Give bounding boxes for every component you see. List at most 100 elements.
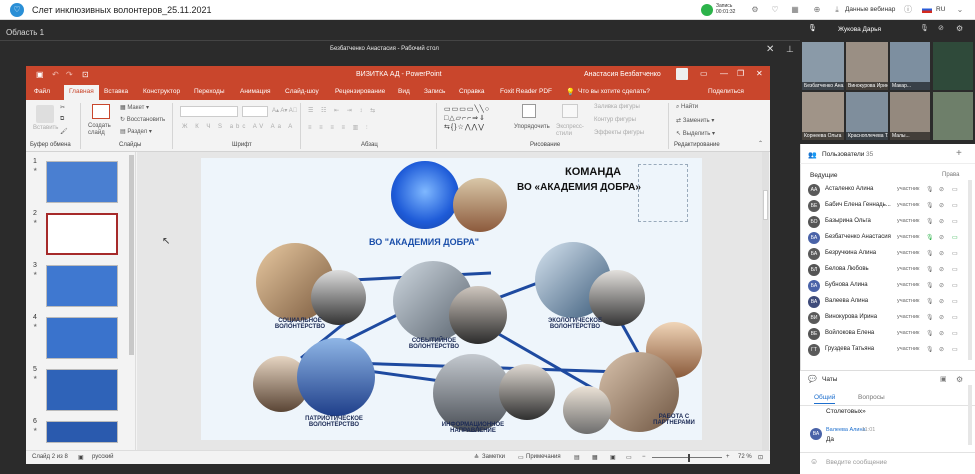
user-role[interactable]: участник — [897, 282, 919, 288]
camera-icon[interactable]: ⊘ — [939, 314, 944, 321]
screen-icon[interactable]: ▭ — [952, 250, 958, 257]
video-tile[interactable]: Малы... — [890, 92, 930, 140]
spellcheck-icon[interactable]: ▣ — [78, 454, 84, 461]
tab-general[interactable]: Общий — [814, 394, 836, 404]
tab-2[interactable]: Вставка — [104, 88, 128, 95]
shape-effects-button[interactable]: Эффекты фигуры — [594, 130, 644, 136]
video-tile[interactable]: Макар... — [890, 42, 930, 90]
zoom-slider[interactable] — [652, 457, 722, 458]
camera-icon[interactable]: ⊘ — [939, 266, 944, 273]
pin-icon[interactable]: ⊥ — [786, 44, 794, 55]
tab-9[interactable]: Запись — [424, 88, 445, 95]
normal-view-icon[interactable]: ▤ — [574, 454, 580, 461]
zoom-thumb[interactable] — [688, 454, 690, 462]
save-icon[interactable]: ▣ — [36, 70, 44, 79]
user-role[interactable]: участник — [897, 234, 919, 240]
list-icons[interactable]: ☰ ☷ ⇤ ⇥ ↕ ⇆ — [308, 107, 378, 114]
screen-icon[interactable]: ▭ — [952, 234, 958, 241]
arrange-button[interactable]: Упорядочить — [514, 124, 550, 130]
slide-thumbnail[interactable] — [46, 317, 118, 359]
tab-3[interactable]: Конструктор — [143, 88, 180, 95]
slide-thumbnail[interactable] — [46, 213, 118, 255]
mic-off-icon[interactable]: 🎙 — [920, 24, 929, 32]
user-role[interactable]: участник — [897, 250, 919, 256]
tab-1[interactable]: Главная — [64, 85, 99, 100]
shape-fill-button[interactable]: Заливка фигуры — [594, 104, 640, 110]
comments-icon[interactable]: ▭ — [518, 454, 524, 461]
minimize-icon[interactable]: — — [720, 69, 728, 78]
user-role[interactable]: участник — [897, 186, 919, 192]
list-item[interactable]: БЛ Белова Любовь участник 🎙 ⊘ ▭ — [808, 263, 968, 277]
font-grow-icon[interactable]: A▴ A▾ A⃠ — [272, 107, 297, 114]
tab-10[interactable]: Справка — [459, 88, 485, 95]
user-role[interactable]: участник — [897, 218, 919, 224]
info-icon[interactable]: ⓘ — [903, 5, 913, 15]
quick-styles-button[interactable]: Экспресс-стили — [556, 124, 592, 138]
camera-icon[interactable]: ⊘ — [939, 186, 944, 193]
section-button[interactable]: ▤ Раздел ▾ — [120, 128, 152, 135]
add-user-icon[interactable]: + — [956, 148, 962, 159]
list-item[interactable]: АА Асталенко Алина участник 🎙 ⊘ ▭ — [808, 183, 968, 197]
language-switch[interactable]: RU — [936, 6, 945, 13]
screen-icon[interactable]: ▭ — [952, 218, 958, 225]
chat-input[interactable]: Введите сообщение — [826, 459, 887, 466]
layout-button[interactable]: ▦ Макет ▾ — [120, 104, 149, 111]
screen-icon[interactable]: ▭ — [952, 346, 958, 353]
users-scrollbar[interactable] — [968, 180, 972, 360]
user-role[interactable]: участник — [897, 202, 919, 208]
camera-icon[interactable]: ⊘ — [939, 346, 944, 353]
video-tile[interactable]: Корнеева Ольга — [802, 92, 844, 140]
fit-icon[interactable]: ⊡ — [758, 454, 763, 461]
language-status[interactable]: русский — [92, 454, 114, 460]
mic-icon[interactable]: 🎙 — [808, 24, 817, 32]
paste-button[interactable]: Вставить — [33, 125, 58, 131]
webinar-data-link[interactable]: Данные вебинар — [845, 6, 895, 13]
camera-icon[interactable]: ⊘ — [939, 298, 944, 305]
shape-outline-button[interactable]: Контур фигуры — [594, 117, 636, 123]
reading-view-icon[interactable]: ▣ — [610, 454, 616, 461]
user-role[interactable]: участник — [897, 346, 919, 352]
cut-icon[interactable]: ✂ — [60, 104, 65, 111]
mic-icon[interactable]: 🎙 — [926, 202, 934, 209]
settings-icon[interactable]: ⚙ — [956, 375, 963, 384]
share-button[interactable]: Поделиться — [708, 88, 744, 95]
mic-icon[interactable]: 🎙 — [926, 266, 934, 273]
camera-icon[interactable]: ⊘ — [939, 218, 944, 225]
align-icons[interactable]: ≡ ≡ ≡ ≡ ▥ ⫶ — [308, 124, 371, 132]
list-item[interactable]: БА Безручкина Алина участник 🎙 ⊘ ▭ — [808, 247, 968, 261]
camera-icon[interactable]: ⊘ — [939, 234, 944, 241]
undo-icon[interactable]: ↶ — [52, 70, 59, 79]
screen-icon[interactable]: ▭ — [952, 298, 958, 305]
settings-icon[interactable]: ⚙ — [956, 24, 963, 33]
screen-icon[interactable]: ▭ — [952, 266, 958, 273]
camera-off-icon[interactable]: ⊘ — [938, 24, 944, 32]
mic-icon[interactable]: 🎙 — [926, 346, 934, 353]
mic-icon[interactable]: 🎙 — [926, 250, 934, 257]
tab-8[interactable]: Вид — [398, 88, 410, 95]
notes-button[interactable]: Заметки — [482, 454, 505, 460]
tab-6[interactable]: Слайд-шоу — [285, 88, 319, 95]
user-role[interactable]: участник — [897, 330, 919, 336]
slide-thumbnail[interactable] — [46, 421, 118, 443]
smile-icon[interactable]: ☺ — [810, 457, 818, 466]
list-item[interactable]: БО Базырина Ольга участник 🎙 ⊘ ▭ — [808, 215, 968, 229]
zoom-level[interactable]: 72 % — [738, 454, 752, 460]
slideshow-view-icon[interactable]: ▭ — [626, 454, 632, 461]
video-tile[interactable]: Красноплечева Т... — [846, 92, 888, 140]
reset-button[interactable]: ↻ Восстановить — [120, 116, 165, 123]
record-icon[interactable] — [701, 4, 713, 16]
tab-11[interactable]: Foxit Reader PDF — [500, 88, 552, 95]
mic-icon[interactable]: 🎙 — [926, 314, 934, 321]
mic-icon[interactable]: 🎙 — [926, 218, 934, 225]
sorter-view-icon[interactable]: ▦ — [592, 454, 598, 461]
tab-4[interactable]: Переходы — [194, 88, 225, 95]
mic-icon[interactable]: 🎙 — [926, 298, 934, 305]
current-slide[interactable]: ВО "АКАДЕМИЯ ДОБРА" КОМАНДА ВО «АКАДЕМИЯ… — [201, 158, 702, 440]
camera-icon[interactable]: ⊘ — [939, 330, 944, 337]
slide-thumbnail[interactable] — [46, 265, 118, 307]
thumbnail-scrollbar[interactable] — [129, 155, 134, 355]
settings-icon[interactable]: ⚙ — [750, 5, 760, 15]
chat-scrollbar[interactable] — [968, 385, 972, 445]
video-tile[interactable] — [933, 92, 973, 140]
list-item[interactable]: ВЕ Войлокова Елена участник 🎙 ⊘ ▭ — [808, 327, 968, 341]
